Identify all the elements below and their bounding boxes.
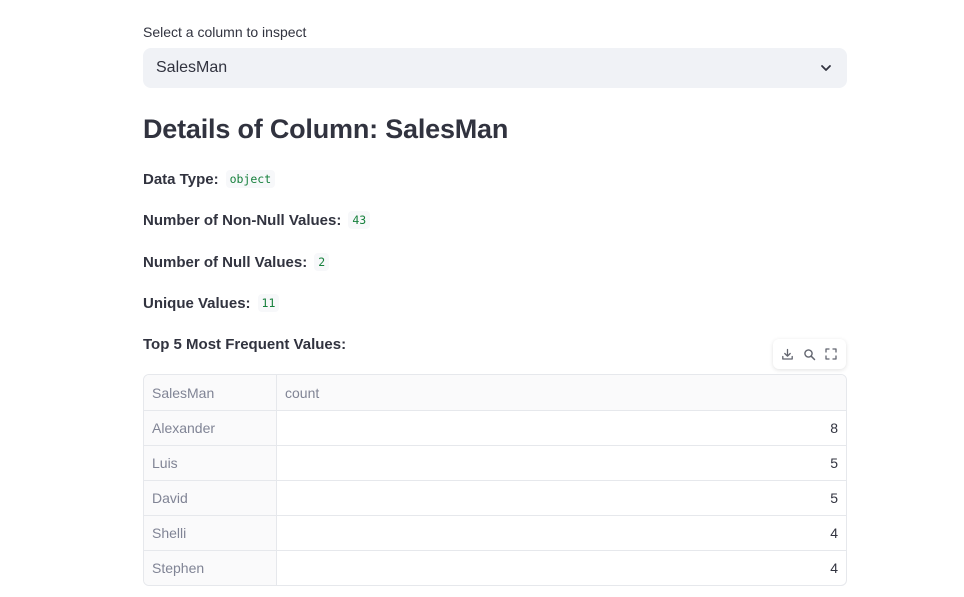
row-count: 5	[830, 455, 838, 471]
data-type-value: object	[225, 170, 276, 188]
row-count: 8	[830, 420, 838, 436]
table-row[interactable]: Stephen 4	[144, 551, 846, 585]
column-header-salesman[interactable]: SalesMan	[144, 375, 277, 410]
table-header-row: SalesMan count	[144, 375, 846, 411]
column-header-count[interactable]: count	[277, 375, 846, 410]
page-title: Details of Column: SalesMan	[143, 114, 509, 144]
table-row[interactable]: Alexander 8	[144, 411, 846, 446]
data-type-stat: Data Type: object	[143, 170, 276, 188]
row-count: 5	[830, 490, 838, 506]
table-toolbar	[773, 339, 846, 369]
table-row[interactable]: Luis 5	[144, 446, 846, 481]
search-icon[interactable]	[801, 346, 817, 362]
column-select-value: SalesMan	[156, 59, 228, 76]
row-name: Luis	[144, 446, 277, 480]
table-row[interactable]: David 5	[144, 481, 846, 516]
column-select[interactable]: SalesMan	[143, 48, 847, 88]
row-name: Shelli	[144, 516, 277, 550]
fullscreen-icon[interactable]	[823, 346, 839, 362]
top-values-heading: Top 5 Most Frequent Values:	[143, 336, 346, 353]
top-values-table[interactable]: SalesMan count Alexander 8 Luis 5 David …	[143, 374, 847, 586]
row-name: Alexander	[144, 411, 277, 445]
top-values-label: Top 5 Most Frequent Values:	[143, 336, 347, 353]
download-icon[interactable]	[780, 346, 796, 362]
null-stat: Number of Null Values: 2	[143, 253, 330, 271]
non-null-stat: Number of Non-Null Values: 43	[143, 211, 371, 229]
row-count: 4	[830, 525, 838, 541]
data-type-label: Data Type:	[143, 170, 219, 188]
select-label: Select a column to inspect	[143, 24, 307, 40]
non-null-label: Number of Non-Null Values:	[143, 211, 342, 229]
unique-stat: Unique Values: 11	[143, 294, 280, 312]
null-value: 2	[314, 253, 330, 271]
unique-label: Unique Values:	[143, 294, 251, 312]
chevron-down-icon[interactable]	[819, 61, 833, 75]
unique-value: 11	[257, 294, 280, 312]
non-null-value: 43	[348, 211, 371, 229]
row-count: 4	[830, 560, 838, 576]
row-name: Stephen	[144, 551, 277, 585]
null-label: Number of Null Values:	[143, 253, 308, 271]
table-row[interactable]: Shelli 4	[144, 516, 846, 551]
row-name: David	[144, 481, 277, 515]
